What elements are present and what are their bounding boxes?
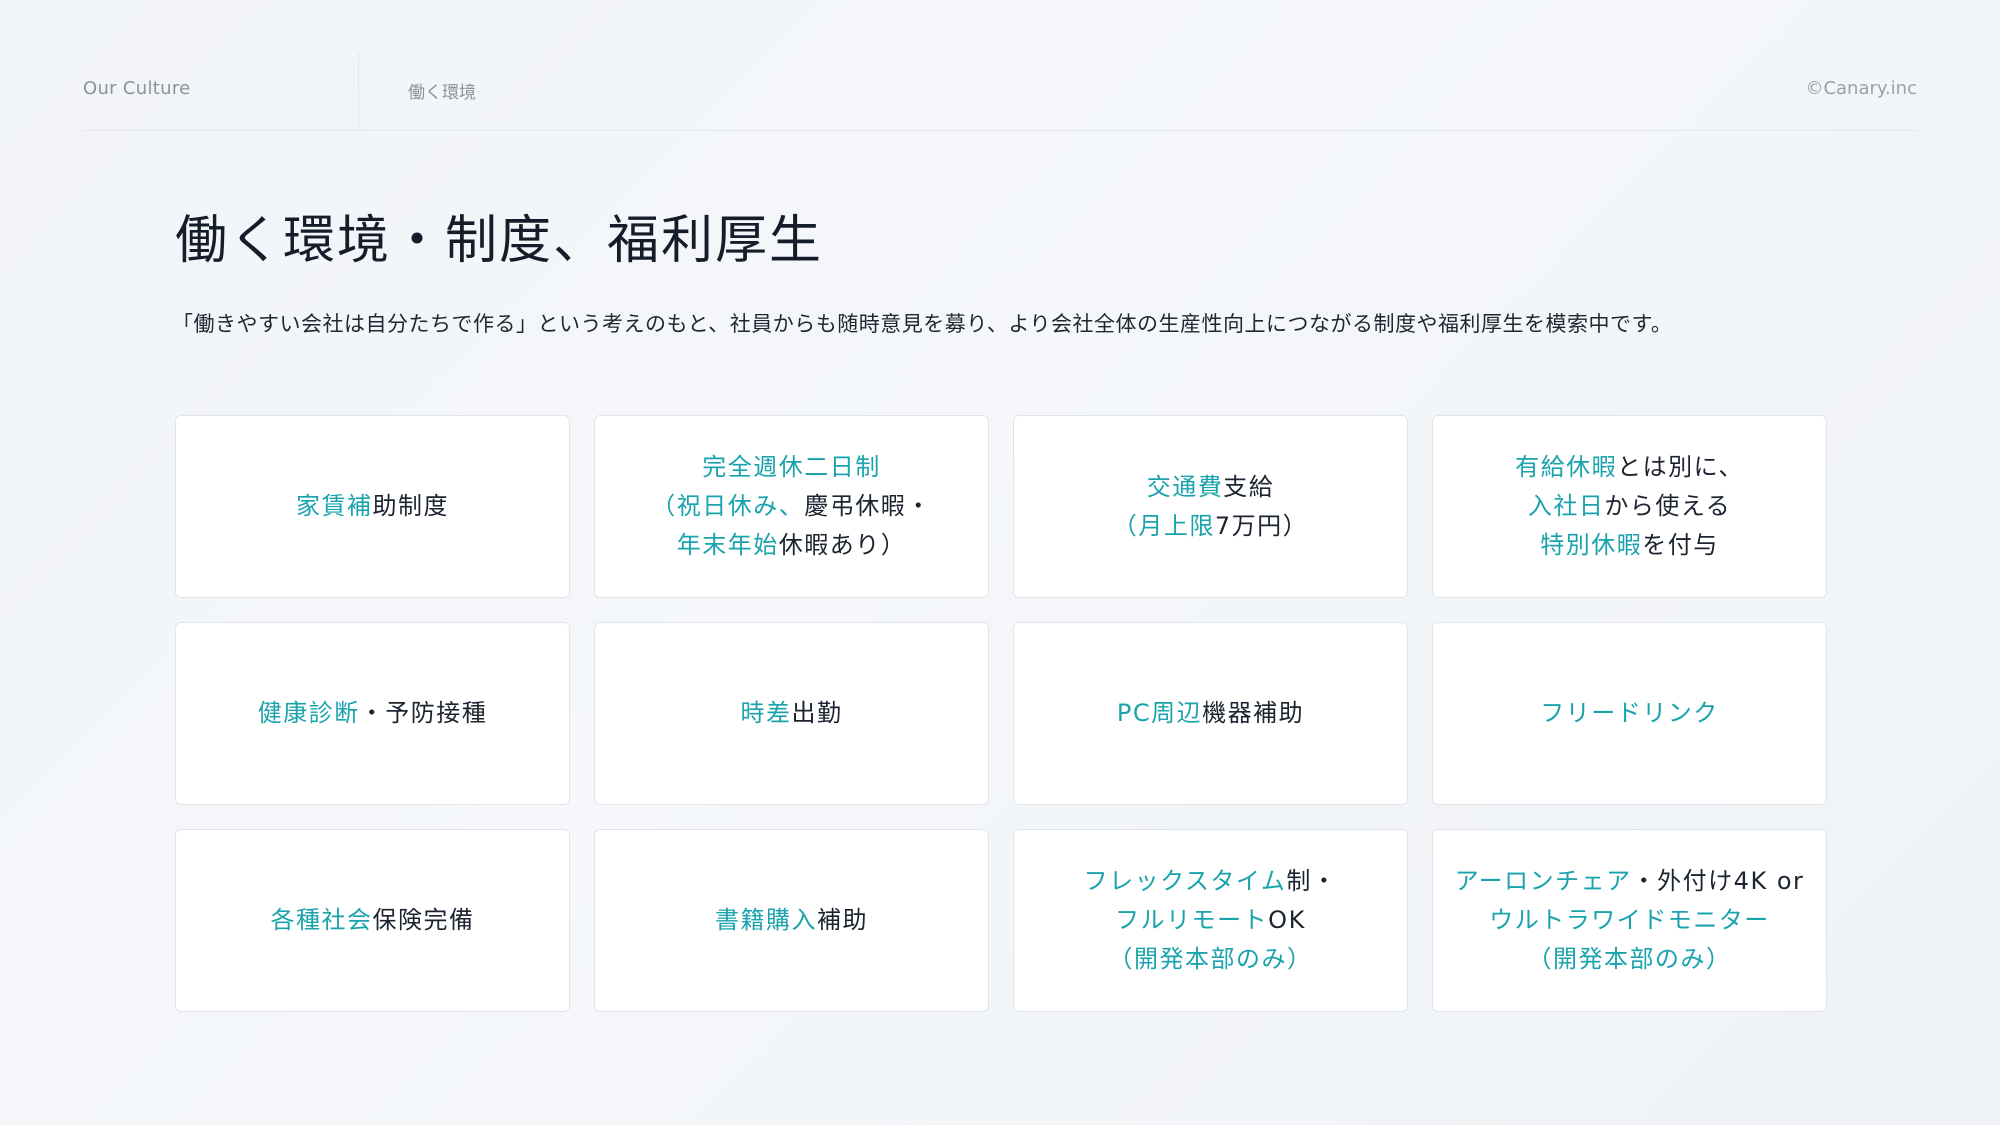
benefit-text: 7万円） bbox=[1214, 511, 1309, 540]
benefit-highlight-text: （月上限 bbox=[1112, 511, 1215, 540]
benefit-card-line: 年末年始休暇あり） bbox=[677, 526, 907, 565]
benefit-highlight-text: 健康診断 bbox=[257, 699, 360, 727]
benefit-card-line: 各種社会保険完備 bbox=[271, 901, 475, 940]
benefit-text: OK bbox=[1268, 906, 1306, 934]
benefit-card-transport-allowance: 交通費支給 （月上限7万円） bbox=[1013, 415, 1408, 598]
benefit-text: 休暇あり） bbox=[778, 531, 907, 559]
copyright-label: ©Canary.inc bbox=[1805, 78, 1917, 99]
header-divider bbox=[358, 52, 359, 130]
benefit-card-line: 書籍購入補助 bbox=[715, 901, 868, 940]
benefit-highlight-text: 時差 bbox=[740, 699, 792, 727]
benefit-text: 助制度 bbox=[372, 492, 449, 520]
benefit-card-line: 有給休暇とは別に、 bbox=[1515, 448, 1744, 487]
benefit-card-line: 健康診断・予防接種 bbox=[258, 694, 488, 733]
benefit-highlight-text: 年末年始 bbox=[676, 531, 779, 559]
benefit-text: ・予防接種 bbox=[359, 699, 488, 727]
benefit-text: 機器補助 bbox=[1202, 699, 1305, 727]
benefit-card-pc-peripherals: PC周辺機器補助 bbox=[1013, 622, 1408, 805]
benefit-card-line: （開発本部のみ） bbox=[1528, 940, 1732, 979]
benefit-card-line: 特別休暇を付与 bbox=[1540, 526, 1719, 565]
benefit-highlight-text: フリードリンク bbox=[1540, 699, 1719, 727]
benefit-highlight-text: 入社日 bbox=[1527, 492, 1605, 520]
benefit-card-special-leave: 有給休暇とは別に、 入社日から使える 特別休暇を付与 bbox=[1432, 415, 1827, 598]
benefit-text: 出勤 bbox=[791, 699, 843, 727]
benefit-highlight-text: 特別休暇 bbox=[1540, 531, 1643, 559]
benefit-highlight-text: 家賃補 bbox=[296, 492, 373, 520]
benefit-highlight-text: 書籍購入 bbox=[715, 906, 817, 934]
benefit-card-line: 交通費支給 bbox=[1147, 468, 1275, 507]
benefit-text: を付与 bbox=[1642, 531, 1719, 559]
benefit-card-line: （祝日休み、慶弔休暇・ bbox=[651, 487, 932, 526]
benefit-text: 慶弔休暇・ bbox=[804, 492, 932, 520]
benefit-highlight-text: フレックスタイム bbox=[1083, 867, 1287, 895]
benefit-card-line: （開発本部のみ） bbox=[1109, 940, 1313, 979]
benefit-card-two-day-weekend: 完全週休二日制 （祝日休み、慶弔休暇・ 年末年始休暇あり） bbox=[594, 415, 989, 598]
benefit-card-book-purchase: 書籍購入補助 bbox=[594, 829, 989, 1012]
benefit-card-social-insurance: 各種社会保険完備 bbox=[175, 829, 570, 1012]
benefit-text: ・外付け4K or bbox=[1631, 867, 1805, 895]
benefit-highlight-text: 各種社会 bbox=[270, 906, 373, 934]
benefit-text: 保険完備 bbox=[372, 906, 475, 934]
benefit-card-staggered-hours: 時差出勤 bbox=[594, 622, 989, 805]
header-page-label: 働く環境 bbox=[408, 83, 476, 103]
benefit-card-free-drinks: フリードリンク bbox=[1432, 622, 1827, 805]
benefit-card-line: フルリモートOK bbox=[1115, 901, 1306, 940]
benefit-card-line: アーロンチェア・外付け4K or bbox=[1455, 862, 1805, 901]
benefit-card-line: フレックスタイム制・ bbox=[1084, 862, 1338, 901]
benefit-highlight-text: 有給休暇 bbox=[1515, 453, 1618, 481]
benefit-card-line: 時差出勤 bbox=[741, 694, 843, 733]
benefit-highlight-text: アーロンチェア bbox=[1454, 867, 1632, 895]
benefit-card-line: ウルトラワイドモニター bbox=[1489, 901, 1770, 940]
page-description: 「働きやすい会社は自分たちで作る」という考えのもと、社員からも随時意見を募り、よ… bbox=[172, 312, 1673, 336]
benefit-highlight-text: ウルトラワイドモニター bbox=[1489, 906, 1770, 934]
benefit-highlight-text: フルリモート bbox=[1115, 906, 1269, 934]
benefit-card-rent-subsidy: 家賃補助制度 bbox=[175, 415, 570, 598]
benefit-highlight-text: （開発本部のみ） bbox=[1108, 945, 1313, 973]
benefit-text: 制・ bbox=[1286, 867, 1338, 895]
benefit-text: 補助 bbox=[817, 906, 868, 934]
benefit-card-line: フリードリンク bbox=[1540, 694, 1719, 733]
benefit-card-line: 入社日から使える bbox=[1528, 487, 1731, 526]
benefit-text: から使える bbox=[1604, 492, 1732, 520]
benefit-highlight-text: （開発本部のみ） bbox=[1527, 945, 1732, 973]
page-title: 働く環境・制度、福利厚生 bbox=[175, 211, 824, 271]
benefit-highlight-text: （祝日休み、 bbox=[651, 492, 805, 520]
header-section-label: Our Culture bbox=[83, 78, 191, 99]
benefit-highlight-text: 交通費 bbox=[1146, 472, 1224, 501]
benefit-highlight-text: PC周辺 bbox=[1116, 699, 1203, 727]
benefit-text: とは別に、 bbox=[1617, 453, 1744, 481]
benefit-card-flex-remote: フレックスタイム制・ フルリモートOK （開発本部のみ） bbox=[1013, 829, 1408, 1012]
benefit-card-line: PC周辺機器補助 bbox=[1117, 694, 1304, 733]
benefit-highlight-text: 完全週休二日制 bbox=[702, 453, 881, 481]
benefit-card-aeron-chair: アーロンチェア・外付け4K or ウルトラワイドモニター （開発本部のみ） bbox=[1432, 829, 1827, 1012]
benefit-card-line: （月上限7万円） bbox=[1113, 507, 1308, 546]
benefits-grid: 家賃補助制度 完全週休二日制 （祝日休み、慶弔休暇・ 年末年始休暇あり） 交通費支給 （月… bbox=[175, 415, 1827, 1012]
benefit-text: 支給 bbox=[1223, 472, 1275, 501]
benefit-card-line: 家賃補助制度 bbox=[296, 487, 449, 526]
benefit-card-health-checkup: 健康診断・予防接種 bbox=[175, 622, 570, 805]
page-header: Our Culture 働く環境 ©Canary.inc bbox=[83, 52, 1917, 131]
benefit-card-line: 完全週休二日制 bbox=[702, 448, 881, 487]
